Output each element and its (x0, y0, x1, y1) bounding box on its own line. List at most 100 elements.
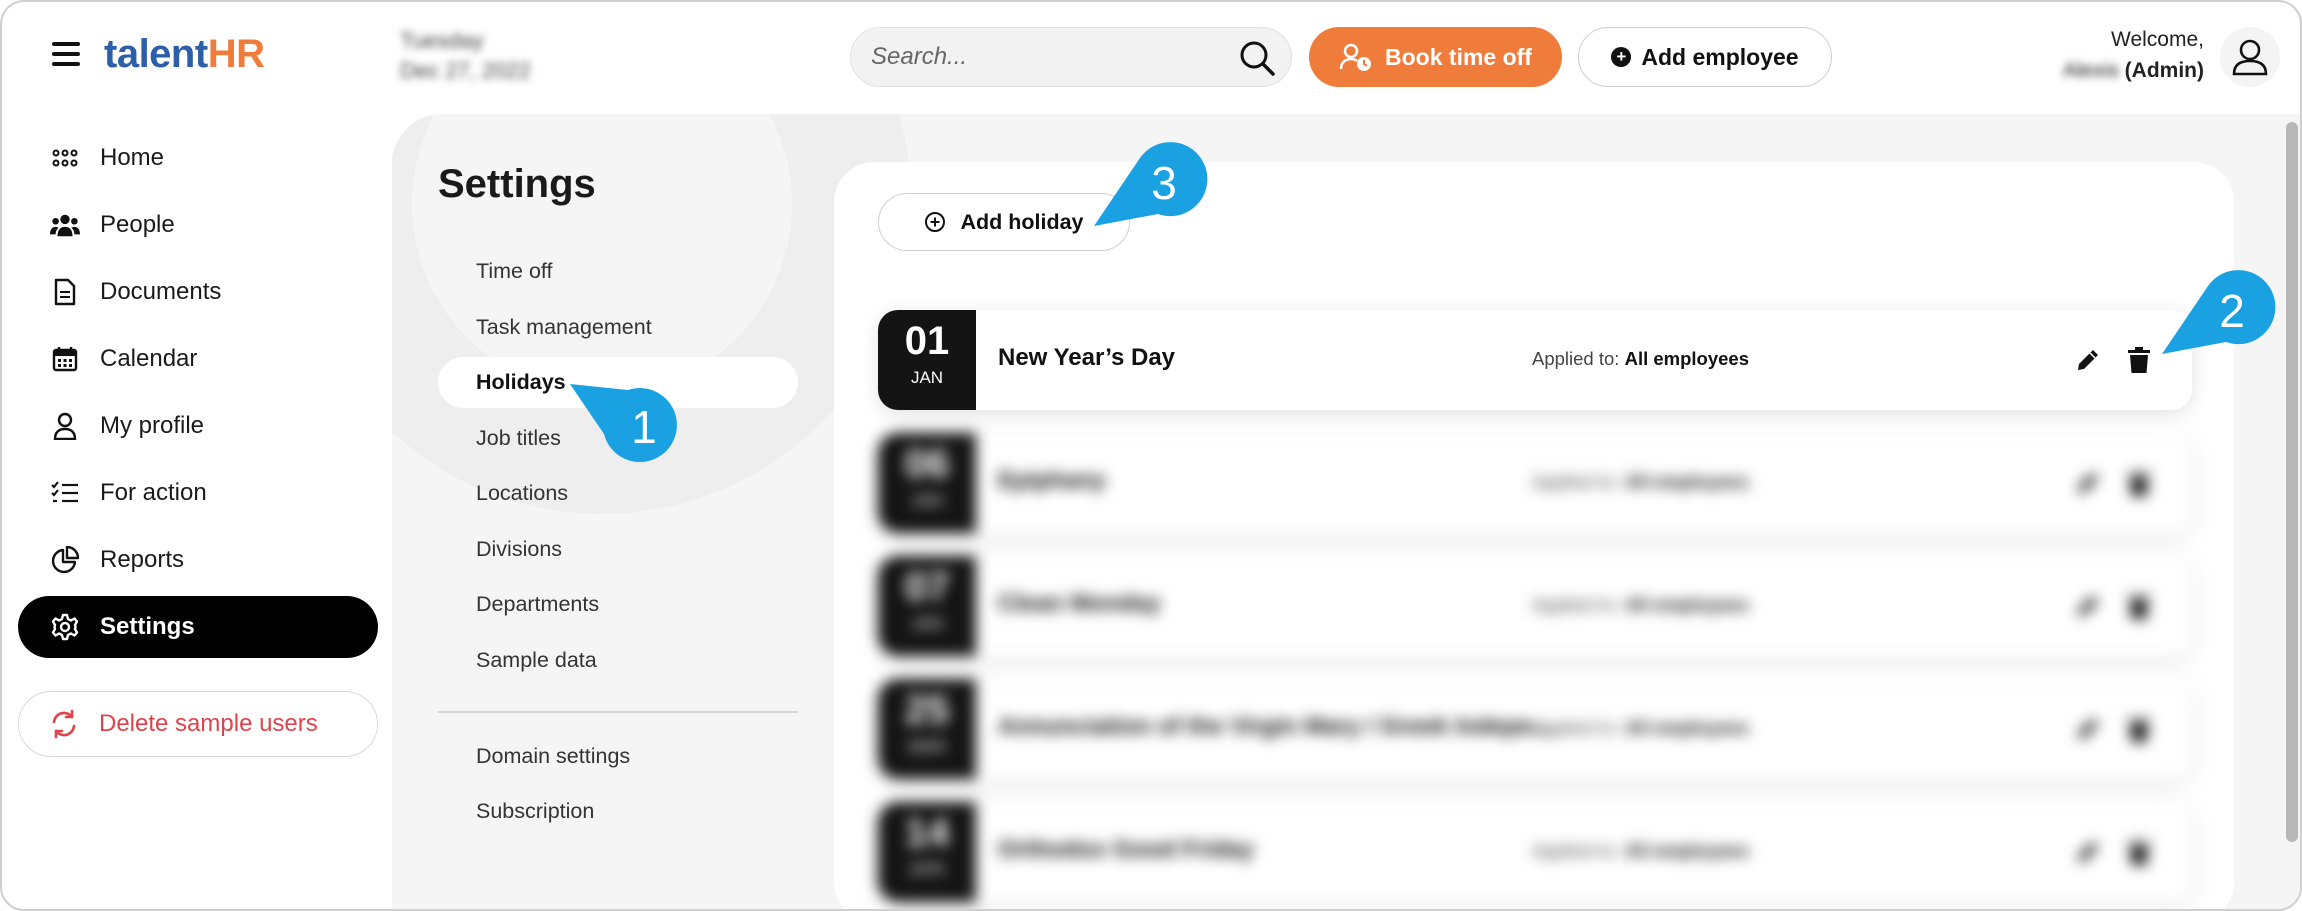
sidebar-item-people[interactable]: People (18, 194, 378, 256)
calendar-icon (50, 344, 80, 374)
add-holiday-label: Add holiday (960, 209, 1084, 234)
holiday-row[interactable]: 25 MAR Annunciation of the Virgin Mary /… (878, 679, 2192, 779)
settings-menu-subscription[interactable]: Subscription (438, 786, 798, 837)
search-icon[interactable] (1237, 38, 1277, 78)
pencil-icon[interactable] (2074, 346, 2102, 374)
holiday-name: Annunciation of the Virgin Mary / Greek … (998, 713, 1558, 740)
date-full: Dec 27, 2022 (400, 58, 531, 83)
delete-sample-users-button[interactable]: Delete sample users (18, 691, 378, 757)
holiday-month: MAR (908, 737, 946, 756)
holiday-date: 01 JAN (878, 310, 976, 410)
holiday-name: Epiphany (998, 467, 1107, 494)
holiday-row[interactable]: 06 JAN Epiphany Applied to: All employee… (878, 433, 2192, 533)
sidebar-item-home[interactable]: Home (18, 127, 378, 189)
applied-to-label: Applied to: (1532, 348, 1620, 369)
holiday-day: 25 (904, 688, 950, 732)
sidebar-item-for-action[interactable]: For action (18, 462, 378, 524)
settings-menu-time-off[interactable]: Time off (438, 246, 798, 297)
applied-to-label: Applied to: (1532, 840, 1620, 861)
logo[interactable]: talentHR (104, 32, 265, 77)
sidebar-item-settings[interactable]: Settings (18, 596, 378, 658)
sidebar-item-label: Documents (100, 278, 222, 305)
person-icon (50, 411, 80, 441)
applied-to-value: All employees (1624, 471, 1749, 492)
trash-icon[interactable] (2126, 592, 2152, 620)
trash-icon[interactable] (2126, 346, 2152, 374)
plus-circle-icon: + (1611, 47, 1632, 67)
sidebar-item-label: Calendar (100, 345, 198, 372)
callout-number: 3 (1151, 157, 1177, 209)
holiday-month: JAN (910, 491, 944, 510)
welcome-text: Welcome, (2111, 28, 2204, 51)
callout-2: 2 (2162, 270, 2276, 384)
user-name: Alexis (2062, 59, 2119, 82)
holiday-row[interactable]: 07 JAN Clean Monday Applied to: All empl… (878, 556, 2192, 656)
welcome-block: Welcome, Alexis (Admin) (2063, 24, 2204, 86)
holiday-month: APR (909, 860, 945, 879)
pencil-icon[interactable] (2074, 715, 2102, 743)
holiday-month: JAN (910, 614, 944, 633)
holiday-month: JAN (910, 368, 944, 387)
add-holiday-button[interactable]: Add holiday (878, 193, 1130, 251)
settings-menu-departments[interactable]: Departments (438, 579, 798, 630)
settings-menu-domain-settings[interactable]: Domain settings (438, 731, 798, 782)
person-clock-icon (1339, 43, 1372, 71)
settings-menu-sample-data[interactable]: Sample data (438, 635, 798, 686)
book-time-off-button[interactable]: Book time off (1309, 27, 1562, 87)
avatar[interactable] (2220, 27, 2280, 87)
user-role: (Admin) (2124, 59, 2204, 82)
sidebar-item-reports[interactable]: Reports (18, 529, 378, 591)
menu-divider (438, 710, 798, 713)
search-input[interactable] (871, 28, 1231, 86)
gear-icon (50, 612, 80, 642)
sidebar-item-label: Home (100, 144, 165, 171)
callout-1: 1 (570, 384, 680, 494)
applied-to-label: Applied to: (1532, 717, 1620, 738)
add-employee-button[interactable]: + Add employee (1578, 27, 1832, 87)
holiday-name: Clean Monday (998, 590, 1161, 617)
scrollbar[interactable] (2286, 122, 2298, 882)
holidays-content: Add holiday 01 JAN New Year’s Day Applie… (834, 162, 2234, 909)
sidebar-nav: Home People Documents Calendar My profil… (18, 127, 378, 663)
delete-sample-users-label: Delete sample users (99, 710, 318, 737)
plus-circle-icon (925, 212, 946, 232)
trash-icon[interactable] (2126, 715, 2152, 743)
sidebar-item-documents[interactable]: Documents (18, 261, 378, 323)
date-weekday: Tuesday (400, 28, 484, 53)
pencil-icon[interactable] (2074, 838, 2102, 866)
pie-chart-icon (50, 545, 80, 575)
sidebar-item-label: My profile (100, 412, 205, 439)
document-icon (50, 277, 80, 307)
applied-to-value: All employees (1624, 348, 1749, 369)
pencil-icon[interactable] (2074, 469, 2102, 497)
pencil-icon[interactable] (2074, 592, 2102, 620)
applied-to-value: All employees (1624, 594, 1749, 615)
page-title: Settings (438, 162, 596, 206)
settings-menu: Time off Task management Holidays Job ti… (438, 246, 798, 842)
holiday-row[interactable]: 01 JAN New Year’s Day Applied to: All em… (878, 310, 2192, 410)
grid-icon (50, 143, 80, 173)
search-box (850, 27, 1292, 87)
settings-menu-divisions[interactable]: Divisions (438, 524, 798, 575)
holiday-applied-to: Applied to: All employees (1532, 840, 1749, 862)
user-icon (2232, 39, 2268, 76)
sidebar-item-label: Reports (100, 546, 185, 573)
holiday-applied-to: Applied to: All employees (1532, 348, 1749, 370)
applied-to-value: All employees (1624, 840, 1749, 861)
callout-number: 2 (2219, 285, 2245, 337)
trash-icon[interactable] (2126, 469, 2152, 497)
checklist-icon (50, 478, 80, 508)
current-date: Tuesday Dec 27, 2022 (400, 26, 531, 86)
holiday-row[interactable]: 14 APR Orthodox Good Friday Applied to: … (878, 802, 2192, 902)
sidebar-item-calendar[interactable]: Calendar (18, 328, 378, 390)
sidebar-item-label: Settings (100, 613, 195, 640)
top-bar: talentHR Tuesday Dec 27, 2022 Book time … (2, 2, 2300, 114)
holiday-applied-to: Applied to: All employees (1532, 471, 1749, 493)
scrollbar-thumb[interactable] (2286, 122, 2298, 842)
sidebar-item-my-profile[interactable]: My profile (18, 395, 378, 457)
settings-menu-task-management[interactable]: Task management (438, 302, 798, 353)
book-time-off-label: Book time off (1385, 43, 1532, 70)
menu-icon[interactable] (52, 42, 80, 66)
applied-to-value: All employees (1624, 717, 1749, 738)
trash-icon[interactable] (2126, 838, 2152, 866)
